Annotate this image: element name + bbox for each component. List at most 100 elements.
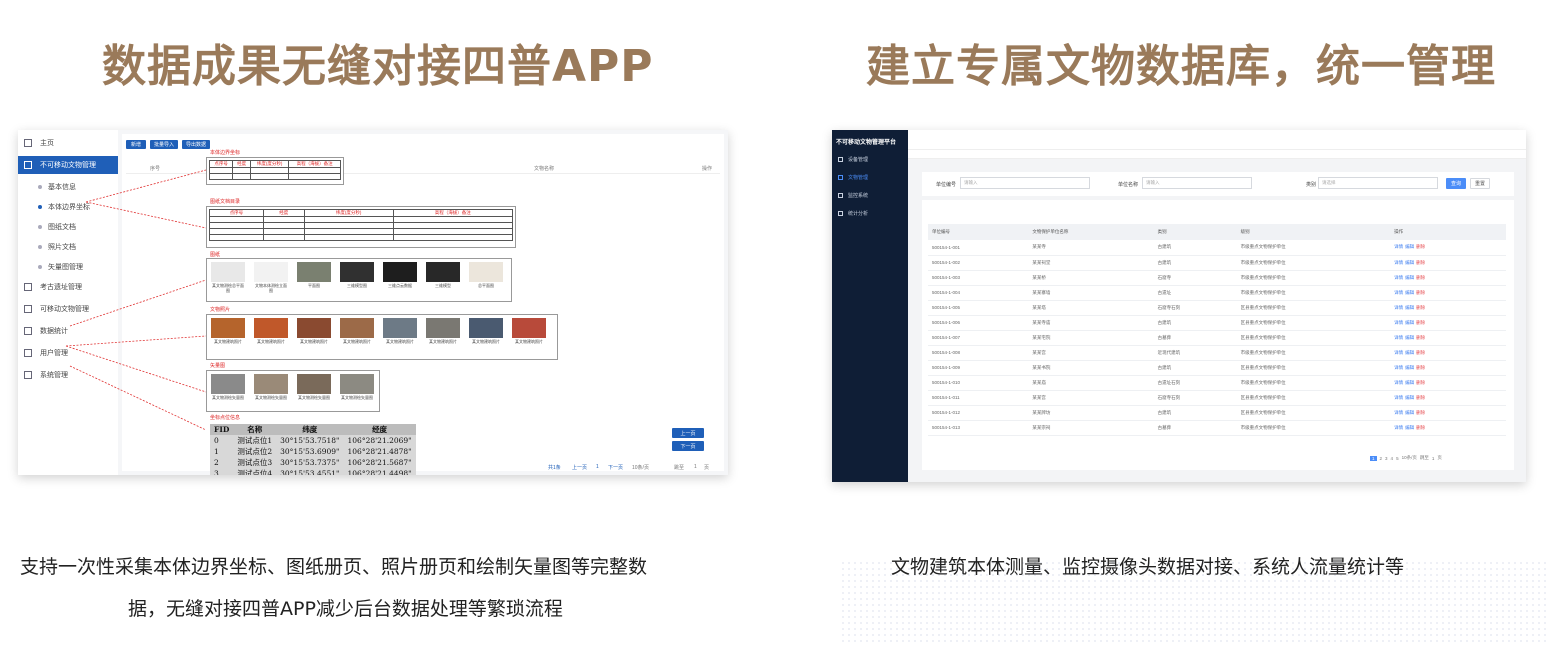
table-cell: 某某寺庙 xyxy=(1028,315,1154,331)
heading-right: 建立专属文物数据库，统一管理 xyxy=(866,41,1496,92)
row-action-link[interactable]: 编辑 xyxy=(1405,320,1414,325)
pager-item[interactable]: 5 xyxy=(1396,456,1399,461)
table-cell: 市级重点文物保护单位 xyxy=(1236,270,1391,286)
table-panel: 单位编号 文物保护单位名称 类别 级别 操作 500154-1-001 某某寺 古建筑 市级重点… xyxy=(922,200,1514,470)
table-cell: 500154-1-012 xyxy=(928,405,1029,421)
table-cell: 市级重点文物保护单位 xyxy=(1236,240,1391,256)
row-action-link[interactable]: 详情 xyxy=(1394,410,1403,415)
row-action-link[interactable]: 删除 xyxy=(1416,320,1425,325)
row-action-link[interactable]: 编辑 xyxy=(1405,410,1414,415)
table-cell: 500154-1-006 xyxy=(928,315,1029,331)
nav-item[interactable]: 设备管理 xyxy=(838,156,868,163)
pager-item[interactable]: 3 xyxy=(1385,456,1388,461)
nav-icon xyxy=(838,175,843,180)
table-row: 500154-1-010 某某庙 古遗址石刻 市级重点文物保护单位 详情 编辑 删除 xyxy=(928,375,1506,391)
pager-item[interactable]: 页 xyxy=(1437,455,1442,461)
pager-item[interactable]: 2 xyxy=(1380,456,1383,461)
row-action-link[interactable]: 删除 xyxy=(1416,395,1425,400)
table-row: 500154-1-008 某某宫 近现代建筑 市级重点文物保护单位 详情 编辑 删除 xyxy=(928,345,1506,361)
row-action-link[interactable]: 删除 xyxy=(1416,260,1425,265)
row-action-link[interactable]: 删除 xyxy=(1416,244,1425,249)
row-action-link[interactable]: 删除 xyxy=(1416,350,1425,355)
search-button[interactable]: 查询 xyxy=(1446,178,1466,189)
row-action-link[interactable]: 编辑 xyxy=(1405,395,1414,400)
row-action-link[interactable]: 详情 xyxy=(1394,395,1403,400)
row-action-link[interactable]: 删除 xyxy=(1416,335,1425,340)
pager-item[interactable]: 4 xyxy=(1391,456,1394,461)
row-action-link[interactable]: 删除 xyxy=(1416,275,1425,280)
pager-item[interactable]: 1 xyxy=(1432,456,1435,461)
row-action-link[interactable]: 详情 xyxy=(1394,244,1403,249)
table-cell: 古建筑 xyxy=(1153,240,1237,256)
row-action-link[interactable]: 详情 xyxy=(1394,380,1403,385)
row-action-link[interactable]: 详情 xyxy=(1394,320,1403,325)
category-select[interactable]: 请选择 xyxy=(1318,177,1438,189)
row-action-link[interactable]: 删除 xyxy=(1416,410,1425,415)
row-actions: 详情 编辑 删除 xyxy=(1390,270,1506,286)
reset-button[interactable]: 重置 xyxy=(1470,178,1490,189)
table-cell: 市级重点文物保护单位 xyxy=(1236,420,1391,436)
row-action-link[interactable]: 编辑 xyxy=(1405,260,1414,265)
table-cell: 古建筑 xyxy=(1153,405,1237,421)
table-row: 500154-1-009 某某书院 古建筑 区县重点文物保护单位 详情 编辑 删除 xyxy=(928,360,1506,376)
nav-item-label: 统计分析 xyxy=(848,211,869,217)
row-action-link[interactable]: 详情 xyxy=(1394,335,1403,340)
table-cell: 区县重点文物保护单位 xyxy=(1236,405,1391,421)
row-action-link[interactable]: 详情 xyxy=(1394,290,1403,295)
table-cell: 500154-1-011 xyxy=(928,390,1029,406)
row-action-link[interactable]: 详情 xyxy=(1394,425,1403,430)
heading-left: 数据成果无缝对接四普APP xyxy=(102,41,654,92)
table-cell: 区县重点文物保护单位 xyxy=(1236,330,1391,346)
relics-table: 单位编号 文物保护单位名称 类别 级别 操作 500154-1-001 某某寺 古建筑 市级重点… xyxy=(928,224,1506,436)
table-cell: 某某牌坊 xyxy=(1028,405,1154,421)
table-header-cell: 类别 xyxy=(1153,224,1237,240)
table-cell: 古建筑 xyxy=(1153,255,1237,271)
row-action-link[interactable]: 编辑 xyxy=(1405,335,1414,340)
row-action-link[interactable]: 编辑 xyxy=(1405,275,1414,280)
row-action-link[interactable]: 详情 xyxy=(1394,260,1403,265)
row-action-link[interactable]: 详情 xyxy=(1394,275,1403,280)
search-label: 单位名称 xyxy=(1118,182,1139,188)
row-action-link[interactable]: 编辑 xyxy=(1405,305,1414,310)
pager-item[interactable]: 1 xyxy=(1370,455,1377,461)
row-action-link[interactable]: 编辑 xyxy=(1405,365,1414,370)
row-action-link[interactable]: 删除 xyxy=(1416,380,1425,385)
table-row: 500154-1-003 某某桥 石窟寺 市级重点文物保护单位 详情 编辑 删除 xyxy=(928,270,1506,286)
row-action-link[interactable]: 详情 xyxy=(1394,350,1403,355)
table-row: 500154-1-002 某某祠堂 古建筑 市级重点文物保护单位 详情 编辑 删除 xyxy=(928,255,1506,271)
row-action-link[interactable]: 编辑 xyxy=(1405,290,1414,295)
pager-item[interactable]: 跳至 xyxy=(1420,455,1429,461)
row-action-link[interactable]: 编辑 xyxy=(1405,380,1414,385)
row-actions: 详情 编辑 删除 xyxy=(1390,315,1506,331)
table-cell: 500154-1-005 xyxy=(928,300,1029,316)
row-action-link[interactable]: 编辑 xyxy=(1405,425,1414,430)
table-header-cell: 单位编号 xyxy=(928,224,1029,240)
table-cell: 市级重点文物保护单位 xyxy=(1236,375,1391,391)
row-action-link[interactable]: 详情 xyxy=(1394,365,1403,370)
pager-item[interactable]: 10条/页 xyxy=(1402,455,1417,461)
nav-item-label: 监控系统 xyxy=(848,193,869,199)
nav-icon xyxy=(838,157,843,162)
table-row: 单位编号 文物保护单位名称 类别 级别 操作 xyxy=(928,224,1506,240)
row-actions: 详情 编辑 删除 xyxy=(1390,330,1506,346)
row-action-link[interactable]: 删除 xyxy=(1416,425,1425,430)
table-cell: 某某寨墙 xyxy=(1028,285,1154,301)
row-action-link[interactable]: 删除 xyxy=(1416,365,1425,370)
table-cell: 500154-1-007 xyxy=(928,330,1029,346)
table-header-cell: 文物保护单位名称 xyxy=(1028,224,1154,240)
row-action-link[interactable]: 删除 xyxy=(1416,305,1425,310)
row-action-link[interactable]: 删除 xyxy=(1416,290,1425,295)
row-action-link[interactable]: 详情 xyxy=(1394,305,1403,310)
table-cell: 古墓葬 xyxy=(1153,330,1237,346)
nav-item[interactable]: 监控系统 xyxy=(838,192,868,199)
nav-item[interactable]: 文物管理 xyxy=(838,174,868,181)
table-cell: 500154-1-001 xyxy=(928,240,1029,256)
nav-item[interactable]: 统计分析 xyxy=(838,210,868,217)
row-action-link[interactable]: 编辑 xyxy=(1405,350,1414,355)
row-actions: 详情 编辑 删除 xyxy=(1390,345,1506,361)
row-actions: 详情 编辑 删除 xyxy=(1390,405,1506,421)
unit-code-input[interactable]: 请输入 xyxy=(960,177,1090,189)
unit-name-input[interactable]: 请输入 xyxy=(1142,177,1252,189)
row-action-link[interactable]: 编辑 xyxy=(1405,244,1414,249)
right-sidebar: 不可移动文物管理平台 设备管理 文物管理 监控系统 统计分析 xyxy=(832,130,908,482)
